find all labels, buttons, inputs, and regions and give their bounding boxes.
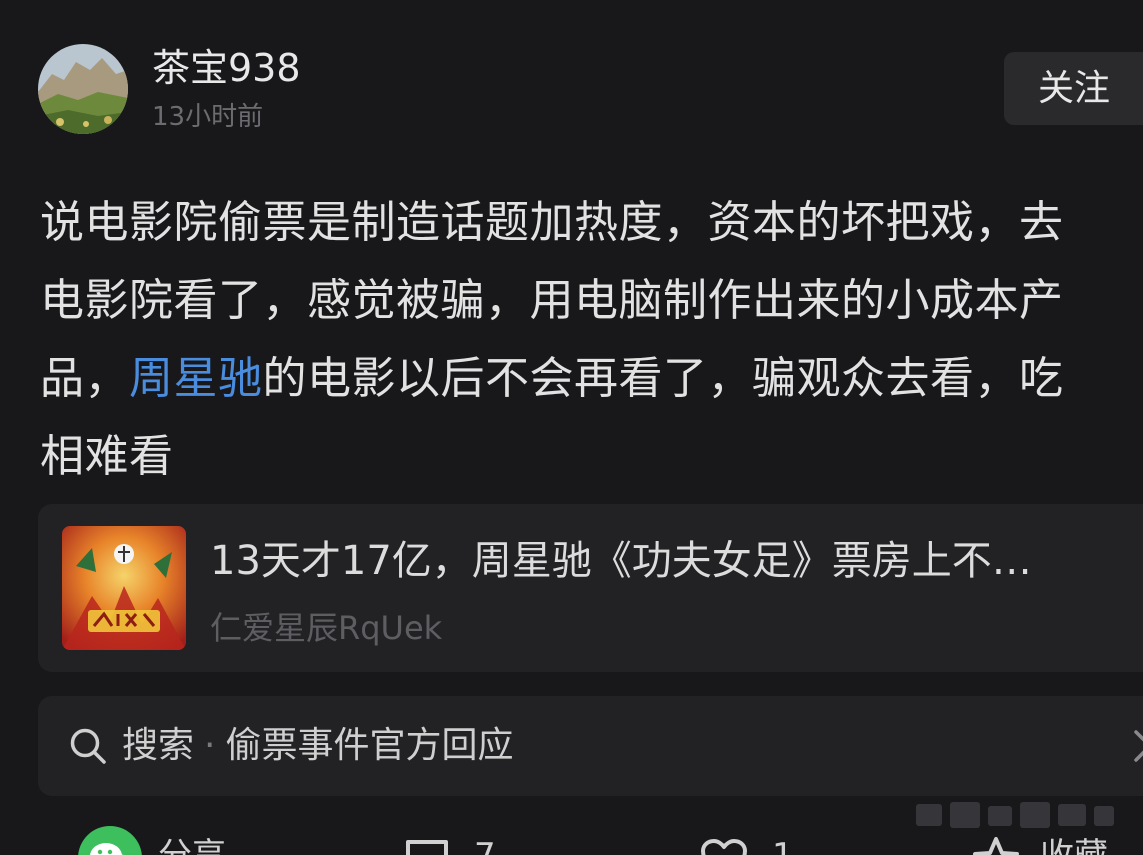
heart-icon (701, 839, 747, 855)
share-label: 分享 (158, 834, 226, 855)
related-search-bar[interactable]: 搜索 · 偷票事件官方回应 (38, 696, 1143, 796)
comment-icon (406, 840, 448, 855)
avatar-image (38, 44, 128, 134)
post-line: 电影院看了，感觉被骗，用电脑制作出来的小成本产 (40, 275, 1064, 326)
author-name[interactable]: 茶宝938 (152, 44, 301, 92)
favorite-button[interactable]: 收藏 (972, 826, 1143, 855)
post-line: 品，周星驰的电影以后不会再看了，骗观众去看，吃 (40, 340, 1140, 418)
search-label: 搜索 · 偷票事件官方回应 (122, 721, 513, 771)
post-timestamp: 13小时前 (152, 102, 264, 132)
favorite-label: 收藏 (1040, 834, 1108, 855)
article-author: 仁爱星辰RqUek (210, 609, 443, 647)
star-icon (973, 837, 1019, 855)
follow-button[interactable]: 关注 (1004, 52, 1143, 125)
search-separator: · (204, 725, 216, 766)
comment-count: 7 (474, 834, 496, 855)
chevron-right-icon (1134, 730, 1143, 762)
like-count: 1 (772, 834, 794, 855)
share-button[interactable]: 分享 (78, 826, 278, 855)
comment-button[interactable]: 7 (404, 826, 524, 855)
wechat-icon (78, 826, 142, 855)
post-line-suffix: 的电影以后不会再看了，骗观众去看，吃 (262, 353, 1064, 404)
movie-poster-thumbnail (62, 526, 186, 650)
linked-article-card[interactable]: 13天才17亿，周星驰《功夫女足》票房上不… 仁爱星辰RqUek (38, 504, 1143, 672)
article-title[interactable]: 13天才17亿，周星驰《功夫女足》票房上不… (210, 536, 1032, 586)
search-prefix: 搜索 (122, 725, 195, 766)
search-icon (70, 728, 106, 764)
post-line: 说电影院偷票是制造话题加热度，资本的坏把戏，去 (40, 197, 1064, 248)
post-body: 说电影院偷票是制造话题加热度，资本的坏把戏，去 电影院看了，感觉被骗，用电脑制作… (40, 184, 1140, 496)
post-line: 相难看 (40, 431, 174, 482)
search-query: 偷票事件官方回应 (225, 725, 514, 766)
avatar[interactable] (38, 44, 128, 134)
mention-link[interactable]: 周星驰 (129, 353, 263, 404)
like-button[interactable]: 1 (700, 826, 820, 855)
post-line-prefix: 品， (40, 353, 129, 404)
